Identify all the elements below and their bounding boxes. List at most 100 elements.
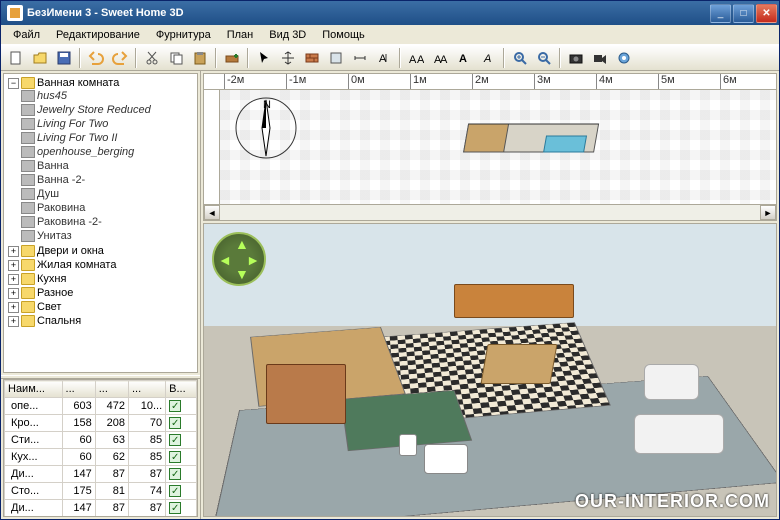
paste-icon[interactable] — [189, 47, 211, 69]
tree-folder-collapsed[interactable]: +Жилая комната — [8, 259, 195, 271]
visible-checkbox[interactable]: ✓ — [169, 434, 181, 446]
tree-model-item[interactable]: Living For Two II — [8, 132, 195, 144]
column-header[interactable]: ... — [128, 381, 165, 398]
plan-model-thumbnail[interactable] — [460, 116, 610, 164]
separator — [503, 48, 505, 68]
tree-model-item[interactable]: Living For Two — [8, 118, 195, 130]
tree-folder-collapsed[interactable]: +Разное — [8, 287, 195, 299]
tree-object-item[interactable]: Ванна -2- — [8, 174, 195, 186]
tree-object-item[interactable]: Унитаз — [8, 230, 195, 242]
right-pane: -2м-1м0м1м2м3м4м5м6м N — [201, 71, 779, 519]
table-row[interactable]: Ди...1478787✓ — [5, 500, 197, 517]
plan-view[interactable]: N — [203, 89, 777, 205]
left-pane: −Ванная комнатаhus45 Jewelry Store Reduce… — [1, 71, 201, 519]
scroll-track[interactable] — [220, 205, 760, 220]
menu-edit[interactable]: Редактирование — [48, 27, 148, 43]
visible-checkbox[interactable]: ✓ — [169, 502, 181, 514]
wall-icon[interactable] — [301, 47, 323, 69]
table-row[interactable]: Сти...606385✓ — [5, 432, 197, 449]
visible-checkbox[interactable]: ✓ — [169, 417, 181, 429]
room-icon[interactable] — [325, 47, 347, 69]
visible-checkbox[interactable]: ✓ — [169, 468, 181, 480]
menu-furniture[interactable]: Фурнитура — [148, 27, 219, 43]
minimize-button[interactable]: _ — [710, 4, 731, 23]
tree-folder-collapsed[interactable]: +Свет — [8, 301, 195, 313]
catalog-tree[interactable]: −Ванная комнатаhus45 Jewelry Store Reduce… — [3, 73, 198, 373]
tree-object-item[interactable]: Душ — [8, 188, 195, 200]
nav-right-icon[interactable]: ► — [246, 252, 260, 268]
pointer-icon[interactable] — [253, 47, 275, 69]
cut-icon[interactable] — [141, 47, 163, 69]
italic-icon[interactable]: A — [477, 47, 499, 69]
column-header[interactable]: ... — [95, 381, 128, 398]
open-icon[interactable] — [29, 47, 51, 69]
text-smaller-icon[interactable]: AA — [429, 47, 451, 69]
tree-model-item[interactable]: Jewelry Store Reduced — [8, 104, 195, 116]
text-bigger-icon[interactable]: AA — [405, 47, 427, 69]
menu-plan[interactable]: План — [219, 27, 262, 43]
copy-icon[interactable] — [165, 47, 187, 69]
3d-view[interactable]: ▲ ▼ ◄ ► OUR-INTERIOR.COM — [203, 223, 777, 517]
zoom-in-icon[interactable] — [509, 47, 531, 69]
tree-object-item[interactable]: Ванна — [8, 160, 195, 172]
scroll-right-button[interactable]: ► — [760, 205, 776, 220]
toolbar: A AA AA A A — [1, 45, 779, 71]
undo-icon[interactable] — [85, 47, 107, 69]
furniture-table[interactable]: Наим............В... опе...60347210...✓К… — [3, 379, 198, 517]
column-header[interactable]: ... — [62, 381, 95, 398]
dimension-icon[interactable] — [349, 47, 371, 69]
scroll-left-button[interactable]: ◄ — [204, 205, 220, 220]
pan-icon[interactable] — [277, 47, 299, 69]
menu-3dview[interactable]: Вид 3D — [261, 27, 314, 43]
plan-canvas[interactable]: N — [220, 90, 776, 204]
column-header[interactable]: В... — [166, 381, 197, 398]
plan-horizontal-scrollbar[interactable]: ◄ ► — [203, 205, 777, 221]
tree-model-item[interactable]: hus45 — [8, 90, 195, 102]
menu-file[interactable]: Файл — [5, 27, 48, 43]
save-icon[interactable] — [53, 47, 75, 69]
snapshot-icon[interactable] — [565, 47, 587, 69]
3d-navigation-pad[interactable]: ▲ ▼ ◄ ► — [212, 232, 266, 286]
svg-text:A: A — [409, 54, 417, 66]
video-icon[interactable] — [589, 47, 611, 69]
table-row[interactable]: опе...60347210...✓ — [5, 398, 197, 415]
tree-folder-collapsed[interactable]: +Спальня — [8, 315, 195, 327]
redo-icon[interactable] — [109, 47, 131, 69]
svg-text:A: A — [417, 54, 424, 66]
tree-object-item[interactable]: Раковина -2- — [8, 216, 195, 228]
bold-icon[interactable]: A — [453, 47, 475, 69]
menubar: Файл Редактирование Фурнитура План Вид 3… — [1, 25, 779, 45]
preferences-icon[interactable] — [613, 47, 635, 69]
zoom-out-icon[interactable] — [533, 47, 555, 69]
maximize-button[interactable]: □ — [733, 4, 754, 23]
visible-checkbox[interactable]: ✓ — [169, 451, 181, 463]
table-row[interactable]: Ди...1478787✓ — [5, 466, 197, 483]
titlebar[interactable]: БезИмени 3 - Sweet Home 3D _ □ ✕ — [1, 1, 779, 25]
tree-folder-collapsed[interactable]: +Кухня — [8, 273, 195, 285]
close-button[interactable]: ✕ — [756, 4, 777, 23]
add-furniture-icon[interactable] — [221, 47, 243, 69]
tree-model-item[interactable]: openhouse_berging — [8, 146, 195, 158]
watermark-text: OUR-INTERIOR.COM — [575, 491, 770, 512]
compass-icon[interactable]: N — [234, 96, 298, 160]
table-row[interactable]: Сто...1758174✓ — [5, 483, 197, 500]
separator — [135, 48, 137, 68]
nav-down-icon[interactable]: ▼ — [235, 266, 249, 282]
separator — [79, 48, 81, 68]
svg-text:A: A — [440, 54, 448, 66]
table-row[interactable]: Кро...15820870✓ — [5, 415, 197, 432]
table-row[interactable]: Кух...606285✓ — [5, 449, 197, 466]
visible-checkbox[interactable]: ✓ — [169, 485, 181, 497]
separator — [559, 48, 561, 68]
tree-folder[interactable]: −Ванная комната — [8, 77, 195, 89]
text-icon[interactable]: A — [373, 47, 395, 69]
tree-object-item[interactable]: Раковина — [8, 202, 195, 214]
kitchen-cabinets — [454, 284, 574, 318]
column-header[interactable]: Наим... — [5, 381, 63, 398]
new-file-icon[interactable] — [5, 47, 27, 69]
nav-up-icon[interactable]: ▲ — [235, 236, 249, 252]
menu-help[interactable]: Помощь — [314, 27, 373, 43]
visible-checkbox[interactable]: ✓ — [169, 400, 181, 412]
tree-folder-collapsed[interactable]: +Двери и окна — [8, 245, 195, 257]
nav-left-icon[interactable]: ◄ — [218, 252, 232, 268]
